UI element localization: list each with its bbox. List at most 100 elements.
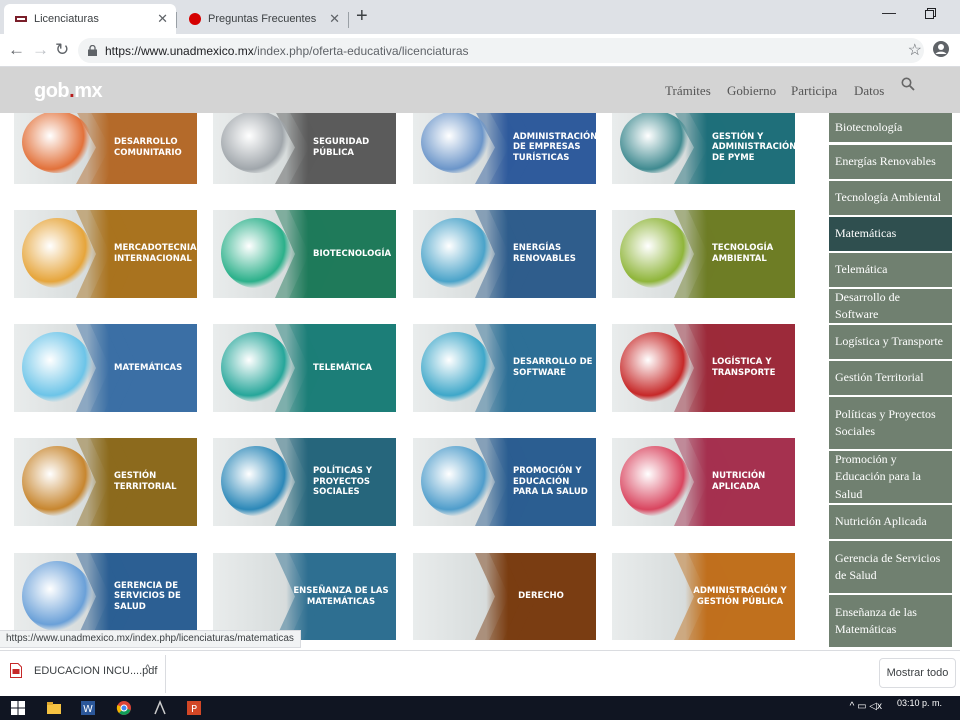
degree-card[interactable]: Derecho	[413, 553, 596, 640]
minimize-icon[interactable]: —	[882, 4, 896, 20]
degree-card[interactable]: Gerencia de Servicios de Salud	[14, 553, 197, 640]
degree-card[interactable]: Administración de Empresas Turísticas	[413, 113, 596, 184]
degree-card-label: Derecho	[518, 591, 564, 602]
degree-card-label: Gestión Territorial	[114, 471, 177, 492]
pdf-file-icon	[10, 663, 22, 678]
tab-preguntas-frecuentes[interactable]: Preguntas Frecuentes ✕	[176, 4, 349, 34]
degree-card[interactable]: Políticas y Proyectos Sociales	[213, 438, 396, 526]
bookmark-star-icon[interactable]: ☆	[908, 40, 922, 60]
degree-emblem-icon	[221, 113, 291, 173]
gob-header: gob.mx Trámites Gobierno Participa Datos	[0, 67, 960, 113]
degree-card-label: Promoción y Educación para la Salud	[513, 466, 588, 498]
sidebar-item[interactable]: Matemáticas	[829, 217, 952, 251]
system-tray-icons[interactable]: ^ ▭ ◁x	[850, 701, 882, 712]
sidebar-item[interactable]: Energías Renovables	[829, 145, 952, 179]
degree-card[interactable]: Mercadotecnia Internacional	[14, 210, 197, 298]
degree-card-label: Políticas y Proyectos Sociales	[313, 466, 373, 498]
close-tab-icon[interactable]: ✕	[329, 11, 340, 27]
nav-gobierno[interactable]: Gobierno	[727, 83, 776, 99]
degree-card[interactable]: Tecnología Ambiental	[612, 210, 795, 298]
degree-emblem-icon	[22, 446, 92, 516]
file-explorer-icon[interactable]	[46, 700, 62, 716]
address-bar[interactable]: https://www.unadmexico.mx/index.php/ofer…	[78, 38, 924, 63]
close-tab-icon[interactable]: ✕	[157, 11, 168, 27]
svg-text:W: W	[83, 704, 93, 715]
degree-card[interactable]: Nutrición Aplicada	[612, 438, 795, 526]
chevron-up-icon[interactable]: ^	[145, 663, 150, 675]
degree-card[interactable]: Enseñanza de las Matemáticas	[213, 553, 396, 640]
logo-gob: gob	[34, 80, 70, 102]
degree-card-label: Matemáticas	[114, 362, 183, 373]
url-path: /index.php/oferta-educativa/licenciatura…	[253, 43, 469, 58]
windows-start-icon[interactable]	[10, 700, 26, 716]
profile-icon[interactable]	[932, 40, 950, 58]
nav-tramites[interactable]: Trámites	[665, 83, 711, 99]
sidebar-item[interactable]: Nutrición Aplicada	[829, 505, 952, 539]
degree-card[interactable]: Biotecnología	[213, 210, 396, 298]
divider	[165, 655, 166, 693]
show-all-button[interactable]: Mostrar todo	[879, 658, 956, 688]
taskbar-clock[interactable]: 03:10 p. m.	[897, 698, 942, 708]
degree-emblem-icon	[421, 113, 491, 173]
reload-icon[interactable]: ↻	[55, 40, 69, 60]
degree-card-label: Tecnología Ambiental	[712, 243, 774, 264]
sidebar-item[interactable]: Biotecnología	[829, 113, 952, 142]
gob-mx-logo[interactable]: gob.mx	[34, 80, 103, 103]
powerpoint-icon[interactable]: P	[186, 700, 202, 716]
degree-card-label: Mercadotecnia Internacional	[114, 243, 197, 264]
degree-card[interactable]: Promoción y Educación para la Salud	[413, 438, 596, 526]
degree-card-label: Gerencia de Servicios de Salud	[114, 580, 181, 612]
degree-card[interactable]: Gestión Territorial	[14, 438, 197, 526]
forward-icon[interactable]: →	[32, 40, 49, 60]
windows-taskbar: W P ^ ▭ ◁x 03:10 p. m.	[0, 696, 960, 720]
degree-card[interactable]: Energías Renovables	[413, 210, 596, 298]
search-icon[interactable]	[901, 77, 915, 91]
sidebar-item[interactable]: Desarrollo de Software	[829, 289, 952, 323]
red-circle-favicon-icon	[189, 13, 201, 25]
new-tab-icon[interactable]: +	[356, 5, 368, 28]
unadm-favicon-icon	[15, 16, 27, 22]
sidebar-item[interactable]: Promoción y Educación para la Salud	[829, 451, 952, 503]
tab-strip: Licenciaturas ✕ Preguntas Frecuentes ✕ +…	[0, 0, 960, 34]
degree-card[interactable]: Logística y Transporte	[612, 324, 795, 412]
degree-card[interactable]: Telemática	[213, 324, 396, 412]
download-item[interactable]: EDUCACION INCU....pdf	[10, 663, 157, 678]
sidebar-item[interactable]: Gestión Territorial	[829, 361, 952, 395]
nav-participa[interactable]: Participa	[791, 83, 837, 99]
sidebar-item[interactable]: Telemática	[829, 253, 952, 287]
degree-card[interactable]: Desarrollo de Software	[413, 324, 596, 412]
sidebar-item[interactable]: Tecnología Ambiental	[829, 181, 952, 215]
degree-emblem-icon	[22, 218, 92, 288]
degree-card-label: Energías Renovables	[513, 243, 576, 264]
restore-icon[interactable]	[925, 8, 936, 19]
browser-toolbar: ← → ↻ https://www.unadmexico.mx/index.ph…	[0, 34, 960, 67]
degree-card-label: Administración y Gestión Pública	[693, 585, 787, 607]
sidebar-item[interactable]: Enseñanza de las Matemáticas	[829, 595, 952, 647]
degree-card-label: Gestión y Administración de PyME	[712, 131, 795, 163]
degree-emblem-icon	[421, 218, 491, 288]
degree-emblem-icon	[620, 113, 690, 173]
degree-card[interactable]: Administración y Gestión Pública	[612, 553, 795, 640]
degree-emblem-icon	[421, 332, 491, 402]
app-icon[interactable]	[152, 700, 168, 716]
degree-card[interactable]: Gestión y Administración de PyME	[612, 113, 795, 184]
word-icon[interactable]: W	[80, 700, 96, 716]
back-icon[interactable]: ←	[8, 40, 25, 60]
sidebar-item[interactable]: Políticas y Proyectos Sociales	[829, 397, 952, 449]
sidebar-item[interactable]: Logística y Transporte	[829, 325, 952, 359]
degree-grid: Desarrollo Comunitario Seguridad Pública A…	[0, 113, 960, 650]
degree-card[interactable]: Matemáticas	[14, 324, 197, 412]
logo-mx: mx	[74, 80, 103, 102]
tab-licenciaturas[interactable]: Licenciaturas ✕	[4, 4, 176, 34]
degree-card[interactable]: Desarrollo Comunitario	[14, 113, 197, 184]
degree-emblem-icon	[421, 446, 491, 516]
degree-emblem-icon	[22, 561, 92, 631]
nav-datos[interactable]: Datos	[854, 83, 884, 99]
sidebar-item[interactable]: Gerencia de Servicios de Salud	[829, 541, 952, 593]
chrome-icon[interactable]	[116, 700, 132, 716]
svg-text:P: P	[191, 704, 197, 715]
degree-card[interactable]: Seguridad Pública	[213, 113, 396, 184]
degree-sidebar: Biotecnología Energías Renovables Tecnolog…	[829, 113, 953, 650]
degree-emblem-icon	[221, 218, 291, 288]
degree-emblem-icon	[620, 332, 690, 402]
